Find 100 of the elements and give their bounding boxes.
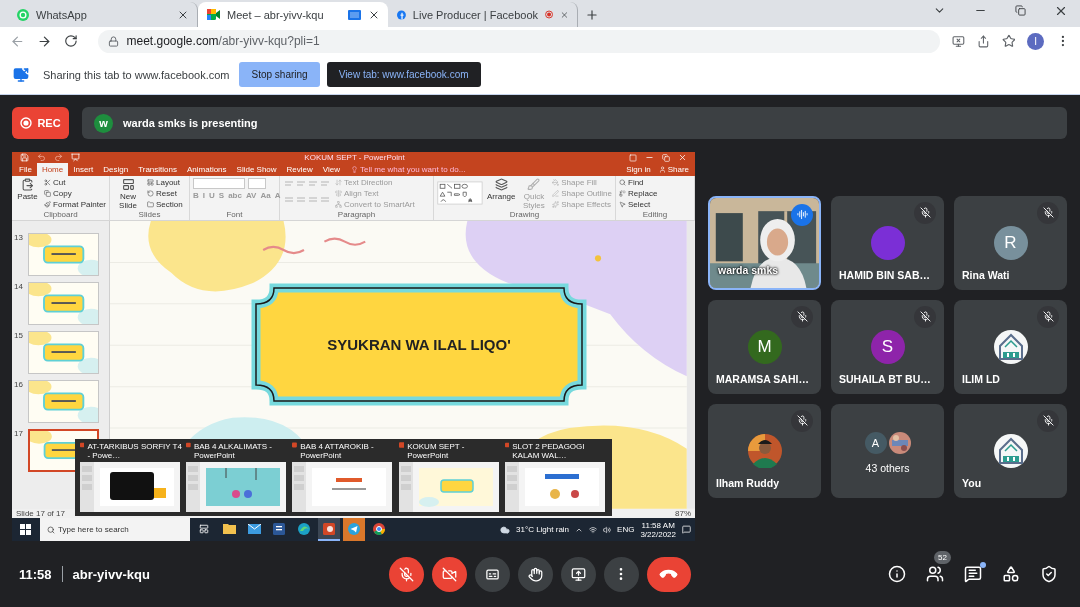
ribbon-button[interactable]: New Slide — [113, 178, 143, 211]
address-bar[interactable]: meet.google.com/abr-yivv-kqu?pli=1 — [97, 29, 940, 53]
camera-button[interactable] — [431, 556, 467, 592]
ribbon-button[interactable]: Select — [619, 200, 658, 210]
mic-off-icon — [919, 311, 931, 322]
preview-title[interactable]: SLOT 2 PEDAGOGI KALAM WAL… — [512, 442, 607, 460]
ribbon-display-icon — [629, 153, 637, 162]
slide-number: 15 — [14, 331, 24, 341]
preview-title[interactable]: BAB 4 ATTAROKIB - PowerPoint — [300, 442, 395, 460]
share-icon — [976, 34, 990, 48]
ribbon-button[interactable]: Reset — [147, 189, 183, 199]
weather-text: 31°C Light rain — [516, 525, 570, 534]
tell-me-field[interactable]: Tell me what you want to do... — [351, 163, 466, 177]
font-size-field[interactable] — [248, 178, 266, 190]
preview-title[interactable]: BAB 4 ALKALIMATS - PowerPoint — [193, 442, 289, 460]
preview-title[interactable]: KOKUM SEPT - PowerPoint — [407, 442, 501, 460]
ribbon-button[interactable]: Replace — [619, 189, 658, 199]
browser-tab[interactable]: Meet – abr-yivv-kqu — [198, 2, 388, 27]
record-icon — [20, 117, 33, 129]
slide-thumbnail[interactable] — [27, 282, 99, 326]
presenter-avatar: w — [94, 113, 113, 133]
host-controls-button[interactable] — [1039, 564, 1059, 584]
captions-icon — [484, 566, 500, 582]
reload-icon — [63, 34, 78, 48]
dot-shape — [594, 255, 602, 262]
present-screen-icon — [570, 566, 586, 582]
activities-button[interactable] — [1001, 564, 1021, 584]
recording-badge: REC — [12, 107, 69, 139]
lock-icon — [107, 35, 119, 47]
avatar: M — [747, 329, 782, 364]
people-button[interactable] — [925, 564, 945, 584]
diagram-icon — [335, 201, 342, 209]
profile-avatar[interactable]: I — [1027, 32, 1045, 50]
zoom-level: 87% — [675, 509, 691, 518]
url-text: meet.google.com/abr-yivv-kqu?pli=1 — [126, 34, 320, 48]
ribbon-tab[interactable]: Slide Show — [231, 163, 282, 177]
ribbon-tab[interactable]: View — [317, 163, 346, 177]
mic-button[interactable] — [388, 556, 424, 592]
ribbon-button[interactable]: Find — [619, 178, 658, 188]
clock-date: 3/22/2022 — [640, 529, 676, 539]
share-button[interactable]: Share — [658, 165, 689, 175]
chat-button[interactable] — [963, 564, 983, 584]
ribbon-tab[interactable]: Insert — [68, 163, 99, 177]
mic-off-icon — [1042, 415, 1054, 426]
presenter-message: warda smks is presenting — [123, 117, 258, 129]
present-button[interactable] — [560, 556, 596, 592]
ribbon-button[interactable]: Copy — [44, 189, 106, 199]
slide-title: SYUKRAN WA ILAL LIQO' — [327, 336, 511, 354]
participant-name: Rina Wati — [962, 268, 1010, 281]
preview-title[interactable]: AT-TARKIBUS SORFIY T4 - Powe… — [87, 442, 183, 460]
view-tab-button[interactable]: View tab: www.facebook.com — [326, 62, 481, 87]
slides-app-icon — [398, 442, 405, 448]
ribbon-button[interactable]: Section — [147, 200, 183, 210]
close-icon — [678, 153, 687, 163]
captions-button[interactable] — [474, 556, 510, 592]
slide-thumbnail[interactable] — [27, 331, 99, 375]
mail-icon — [247, 523, 261, 534]
ribbon-button[interactable]: Format Painter — [44, 200, 106, 210]
round-logo-icon — [397, 8, 406, 21]
taskbar-button[interactable] — [318, 518, 340, 541]
blocked-screen-icon — [951, 34, 965, 48]
slides-app-icon — [504, 442, 510, 448]
participant-name: warda smks — [718, 263, 779, 276]
audio-wave-icon — [796, 209, 808, 220]
clock-time: 11:58 AM — [641, 520, 675, 530]
shield-icon — [1040, 565, 1058, 583]
ribbon-button[interactable]: Layout — [147, 178, 183, 188]
mic-off-icon — [398, 566, 414, 582]
leave-call-button[interactable] — [646, 556, 691, 592]
font-name-field[interactable] — [193, 178, 245, 190]
raise-hand-button[interactable] — [517, 556, 553, 592]
paint-bucket-icon — [552, 179, 560, 187]
swirl-app-icon — [298, 522, 310, 535]
slides-app-icon — [186, 442, 191, 448]
ribbon-button[interactable]: Paste — [15, 178, 41, 202]
ribbon-tab[interactable]: Transitions — [133, 163, 182, 177]
sign-in-link[interactable]: Sign in — [626, 165, 651, 175]
participant-count: 43 others — [865, 461, 910, 474]
ribbon-tab[interactable]: Animations — [182, 163, 232, 177]
emblem-icon — [993, 329, 1028, 364]
redo-icon — [54, 153, 63, 163]
slide-thumbnail[interactable] — [27, 380, 99, 424]
squiggle-shape — [262, 246, 305, 255]
meeting-details-button[interactable] — [887, 564, 907, 584]
layers-icon — [494, 178, 508, 192]
document-app-icon — [273, 522, 285, 535]
ribbon-button[interactable]: Arrange — [486, 178, 516, 202]
restore-icon — [1015, 5, 1026, 16]
ribbon-tab[interactable]: Design — [98, 163, 134, 177]
volume-icon — [603, 525, 612, 534]
stop-sharing-button[interactable]: Stop sharing — [239, 62, 320, 87]
ribbon-button[interactable]: Cut — [44, 178, 106, 188]
folder-icon — [147, 201, 154, 209]
clipboard-icon — [21, 178, 35, 192]
ribbon-tab[interactable]: Review — [281, 163, 318, 177]
taskbar-search-field[interactable]: Type here to search — [40, 518, 190, 541]
ribbon-tab[interactable]: Home — [36, 163, 69, 177]
slide-thumbnail[interactable] — [27, 233, 99, 277]
ribbon-tab[interactable]: File — [14, 163, 37, 177]
participant-name: ILIM LD — [962, 372, 1000, 385]
